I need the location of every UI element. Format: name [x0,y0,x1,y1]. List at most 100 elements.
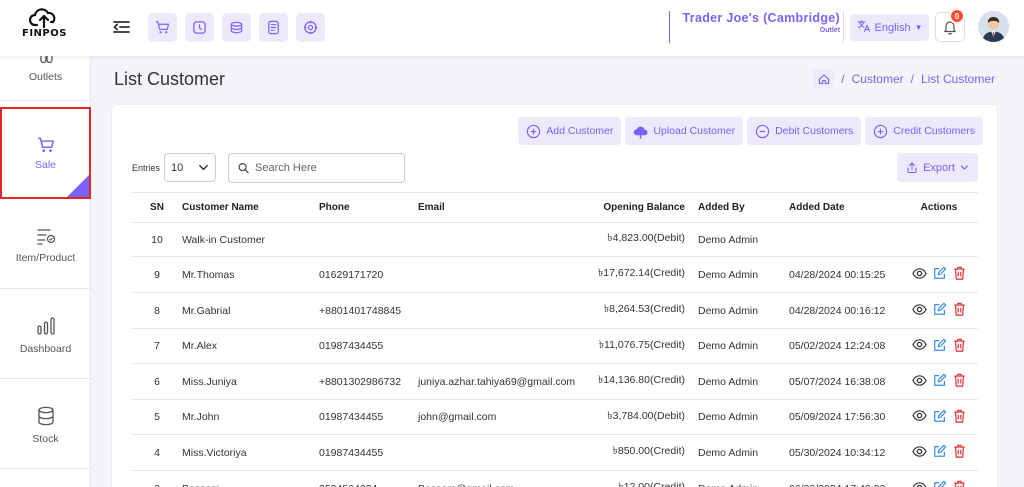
breadcrumb-separator: / [841,71,845,86]
cart-icon[interactable] [148,13,177,42]
breadcrumb: / Customer / List Customer [813,69,995,88]
sidebar-item-stock[interactable]: Stock [0,379,91,469]
cell-customer-name: Walk-in Customer [182,222,319,257]
view-icon[interactable] [912,480,927,487]
table-row: 3Bassam2534564334Bassam@gmail.com৳12.00(… [132,470,978,487]
edit-icon[interactable] [933,409,947,426]
menu-collapse-icon[interactable] [112,17,132,37]
edit-icon[interactable] [933,302,947,319]
sidebar-item-outlets[interactable]: Outlets [0,55,91,101]
column-header[interactable]: Opening Balance [590,192,698,223]
delete-icon[interactable] [953,338,966,355]
view-icon[interactable] [912,444,927,462]
cell-phone: 2534564334 [319,470,418,487]
chevron-down-icon [199,164,208,171]
page-title: List Customer [114,69,226,89]
edit-icon[interactable] [933,480,947,487]
cell-added-by: Demo Admin [698,222,789,257]
cell-customer-name: Mr.Thomas [182,256,319,293]
debit-customers-button[interactable]: Debit Customers [747,117,862,145]
cell-added-by: Demo Admin [698,470,789,487]
cell-email [418,328,590,364]
home-icon[interactable] [813,69,835,88]
cell-opening-balance: ৳11,076.75(Credit) [590,328,698,364]
view-icon[interactable] [912,337,927,355]
cell-added-date: 05/09/2024 17:56:30 [789,399,900,435]
breadcrumb-customer[interactable]: Customer [852,72,904,86]
cell-phone: 01987434455 [319,328,418,364]
cell-added-by: Demo Admin [698,292,789,329]
cell-added-by: Demo Admin [698,328,789,364]
cloud-upload-icon [29,8,56,29]
column-header[interactable]: SN [132,192,182,223]
export-label: Export [923,161,955,174]
cell-actions [900,328,978,364]
sidebar-item-sale[interactable]: Sale [0,107,91,199]
cell-sn: 7 [132,328,182,364]
outlet-selector[interactable]: Trader Joe's (Cambridge) Outlet [669,11,840,43]
delete-icon[interactable] [953,373,966,390]
column-header[interactable]: Customer Name [182,192,319,223]
language-dropdown[interactable]: English ▼ [850,14,929,41]
column-header[interactable]: Phone [319,192,418,223]
sidebar-item-dashboard[interactable]: Dashboard [0,289,91,379]
search-input[interactable] [255,162,395,174]
cell-opening-balance: ৳850.00(Credit) [590,434,698,471]
cell-added-date: 05/30/2024 10:34:12 [789,434,900,471]
cell-opening-balance: ৳8,264.53(Credit) [590,292,698,329]
delete-icon[interactable] [953,444,966,461]
cell-customer-name: Mr.Alex [182,328,319,364]
edit-icon[interactable] [933,444,947,461]
column-header[interactable]: Added Date [789,192,900,223]
cell-opening-balance: ৳12.00(Credit) [590,470,698,487]
delete-icon[interactable] [953,409,966,426]
cell-customer-name: Mr.Gabrial [182,292,319,329]
view-icon[interactable] [912,408,927,426]
action-buttons: Add Customer Upload Customer Debit Custo… [518,117,983,145]
target-icon[interactable] [296,13,325,42]
cell-email: john@gmail.com [418,399,590,435]
edit-icon[interactable] [933,266,947,283]
cell-sn: 10 [132,222,182,257]
edit-icon[interactable] [933,373,947,390]
caret-down-icon: ▼ [914,23,923,32]
chart-icon [36,317,55,335]
debit-customers-label: Debit Customers [775,125,854,137]
minus-circle-icon [755,124,770,138]
cell-actions [900,222,978,257]
column-header[interactable]: Added By [698,192,789,223]
entries-select[interactable]: 10 [164,153,216,182]
upload-customer-button[interactable]: Upload Customer [625,117,744,145]
delete-icon[interactable] [953,302,966,319]
user-avatar[interactable] [978,11,1009,42]
export-button[interactable]: Export [897,153,978,182]
add-customer-button[interactable]: Add Customer [518,117,622,145]
delete-icon[interactable] [953,480,966,487]
cell-opening-balance: ৳14,136.80(Credit) [590,363,698,400]
translate-icon [857,19,871,36]
search-box [228,153,405,183]
app-logo[interactable]: FINPOS [22,6,66,50]
cell-added-date: 05/02/2024 12:24:08 [789,328,900,364]
sidebar-item-product[interactable]: Item/Product [0,199,91,289]
active-indicator [67,175,89,197]
cell-added-date: 06/26/2024 17:49:02 [789,470,900,487]
sidebar: Outlets Sale Item/Product Dashboard Stoc… [0,55,91,487]
notification-badge: 0 [949,8,965,24]
column-header[interactable]: Email [418,192,590,223]
view-icon[interactable] [912,302,927,320]
cell-sn: 6 [132,363,182,400]
view-icon[interactable] [912,373,927,391]
cell-opening-balance: ৳3,784.00(Debit) [590,399,698,435]
edit-icon[interactable] [933,338,947,355]
cell-email [418,222,590,257]
credit-customers-button[interactable]: Credit Customers [865,117,983,145]
row-actions [900,266,978,284]
view-icon[interactable] [912,266,927,284]
delete-icon[interactable] [953,266,966,283]
cell-added-date: 05/07/2024 16:38:08 [789,363,900,400]
coins-icon[interactable] [222,13,251,42]
receipt-icon[interactable] [259,13,288,42]
clock-icon[interactable] [185,13,214,42]
entries-label: Entries [132,163,161,173]
